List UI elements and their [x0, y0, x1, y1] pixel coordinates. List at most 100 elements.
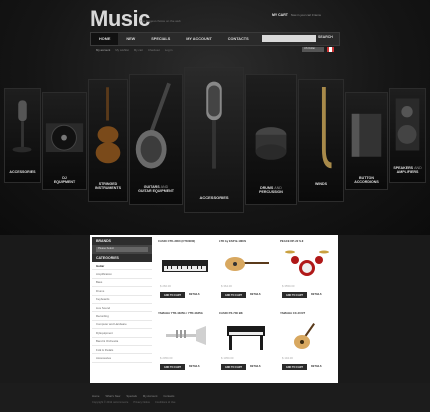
product-price: $ 364.00	[221, 284, 232, 288]
subnav-checkout[interactable]: Checkout	[148, 48, 160, 52]
product-card: LTD by ESP B-10KIS $ 364.00 ADD TO CART …	[217, 237, 275, 307]
drum-kit-image[interactable]	[282, 246, 332, 282]
account-links: My account My wishlist My cart Checkout …	[96, 48, 172, 52]
electric-guitar-icon	[135, 82, 171, 169]
category-item[interactable]: Accessories	[92, 354, 152, 363]
category-item[interactable]: Recording	[92, 312, 152, 321]
brands-select-value[interactable]: Please Select	[96, 247, 148, 252]
category-item[interactable]: Band & Orchestra	[92, 338, 152, 346]
add-to-cart-button[interactable]: ADD TO CART	[221, 292, 246, 298]
studio-microphone-icon	[206, 81, 222, 169]
footer-link-contacts[interactable]: Contacts	[163, 394, 174, 398]
nav-specials[interactable]: SPECIALS	[143, 33, 178, 45]
category-item[interactable]: Computer and Hardware	[92, 321, 152, 330]
product-name[interactable]: YAMAHA YTR-4335G / YTR-4335G	[156, 309, 214, 317]
slide-drums[interactable]: DRUMS AND PERCUSSION	[245, 74, 297, 205]
slide-winds[interactable]: WINDS	[298, 79, 344, 202]
slide-label: DRUMS AND PERCUSSION	[259, 186, 283, 194]
footer-link-home[interactable]: Home	[92, 394, 99, 398]
slide-stringed-instruments[interactable]: STRINGED INSTRUMENTS	[88, 79, 128, 202]
category-item[interactable]: Amplification	[92, 270, 152, 279]
slide-speakers[interactable]: SPEAKERS AND AMPLIFIERS	[389, 88, 426, 183]
product-name[interactable]: CASIO CTK-3000 (CTK3000)	[156, 237, 214, 245]
search-input[interactable]	[262, 35, 316, 42]
language-flag-icon[interactable]	[327, 47, 334, 52]
details-link[interactable]: DETAILS	[250, 292, 261, 298]
brands-title: BRANDS	[92, 237, 152, 245]
violin-icon	[95, 87, 121, 164]
slide-dj-equipment[interactable]: DJ EQUIPMENT	[42, 92, 87, 190]
add-to-cart-button[interactable]: ADD TO CART	[282, 364, 307, 370]
digital-piano-image[interactable]	[221, 318, 271, 354]
mini-cart[interactable]: MY CART Now in your cart 0 items	[272, 10, 338, 20]
slide-label: ACCESSORIES	[199, 195, 229, 200]
slide-accessories[interactable]: ACCESSORIES	[4, 88, 41, 183]
product-card: PEACE DP-22 S.II $ 3550.00 ADD TO CART D…	[278, 237, 336, 307]
product-card: YAMAHA YTR-4335G / YTR-4335G $ 2050.00 A…	[156, 309, 214, 379]
category-item[interactable]: Dj Equipment	[92, 329, 152, 338]
footer: Home What's New Specials My Account Cont…	[0, 383, 430, 412]
trumpet-image[interactable]	[160, 318, 210, 354]
details-link[interactable]: DETAILS	[250, 364, 261, 370]
acoustic-guitar-image[interactable]	[282, 318, 332, 354]
conditions-link[interactable]: Conditions of Use	[155, 401, 175, 404]
cart-summary: Now in your cart 0 items	[290, 13, 321, 17]
category-item[interactable]: Folk & Pedals	[92, 346, 152, 355]
category-item[interactable]: Live Sound	[92, 304, 152, 313]
subnav-login[interactable]: Log in	[165, 48, 173, 52]
product-name[interactable]: CASIO PX-730 BK	[217, 309, 275, 317]
sidebar: BRANDS Please Select CATEGORIES Guitar A…	[92, 237, 152, 363]
details-link[interactable]: DETAILS	[189, 364, 200, 370]
product-name[interactable]: PEACE DP-22 S.II	[278, 237, 336, 245]
privacy-link[interactable]: Privacy Notice	[133, 401, 150, 404]
slide-label: DJ EQUIPMENT	[53, 176, 76, 184]
nav-contacts[interactable]: CONTACTS	[220, 33, 257, 45]
product-name[interactable]: LTD by ESP B-10KIS	[217, 237, 275, 245]
subnav-wishlist[interactable]: My wishlist	[115, 48, 129, 52]
category-item[interactable]: Guitar	[92, 262, 152, 271]
add-to-cart-button[interactable]: ADD TO CART	[160, 364, 185, 370]
subnav-cart[interactable]: My cart	[134, 48, 143, 52]
copyright-text: Copyright © 2012 osCommerce	[92, 401, 129, 404]
footer-link-my-account[interactable]: My Account	[143, 394, 157, 398]
speaker-icon	[395, 98, 420, 151]
details-link[interactable]: DETAILS	[311, 364, 322, 370]
footer-links: Home What's New Specials My Account Cont…	[92, 394, 174, 398]
main-content: BRANDS Please Select CATEGORIES Guitar A…	[90, 235, 338, 383]
slide-label: SPEAKERS AND AMPLIFIERS	[393, 166, 422, 174]
cart-label: MY CART	[272, 13, 288, 17]
category-item[interactable]: Keyboards	[92, 296, 152, 304]
site-tagline: The biggest choice on the web	[140, 19, 181, 23]
slide-label: BUTTON ACCORDIONS	[354, 176, 379, 184]
details-link[interactable]: DETAILS	[311, 292, 322, 298]
add-to-cart-button[interactable]: ADD TO CART	[221, 364, 246, 370]
product-price: $ 2050.00	[160, 356, 173, 360]
bass-guitar-image[interactable]	[221, 246, 271, 282]
footer-link-specials[interactable]: Specials	[126, 394, 137, 398]
brands-select[interactable]: Please Select	[92, 245, 152, 254]
product-name[interactable]: YAMAHA CX-40 NT	[278, 309, 336, 317]
currency-select[interactable]: US Dollar	[302, 47, 324, 52]
keyboard-image[interactable]	[160, 246, 210, 282]
nav-new[interactable]: NEW	[118, 33, 143, 45]
nav-home[interactable]: HOME	[91, 33, 119, 45]
nav-my-account[interactable]: MY ACCOUNT	[178, 33, 220, 45]
slide-label: WINDS	[315, 182, 327, 186]
saxophone-icon	[318, 86, 332, 169]
accordion-icon	[351, 113, 382, 157]
category-item[interactable]: Bass	[92, 279, 152, 288]
product-card: CASIO PX-730 BK $ 1050.00 ADD TO CART DE…	[217, 309, 275, 379]
slide-accessories-featured[interactable]: ACCESSORIES	[184, 67, 244, 213]
slide-label: GUITARS AND GUITAR EQUIPMENT	[138, 185, 174, 193]
categories-title: CATEGORIES	[92, 254, 152, 262]
category-item[interactable]: Drums	[92, 287, 152, 296]
add-to-cart-button[interactable]: ADD TO CART	[160, 292, 185, 298]
slide-guitars[interactable]: GUITARS AND GUITAR EQUIPMENT	[129, 74, 183, 205]
footer-link-whats-new[interactable]: What's New	[105, 394, 120, 398]
add-to-cart-button[interactable]: ADD TO CART	[282, 292, 307, 298]
subnav-my-account[interactable]: My account	[96, 48, 110, 52]
product-card: CASIO CTK-3000 (CTK3000) $ 260.00 ADD TO…	[156, 237, 214, 307]
slide-accordions[interactable]: BUTTON ACCORDIONS	[345, 92, 388, 190]
search-button[interactable]: SEARCH	[318, 35, 333, 39]
details-link[interactable]: DETAILS	[189, 292, 200, 298]
